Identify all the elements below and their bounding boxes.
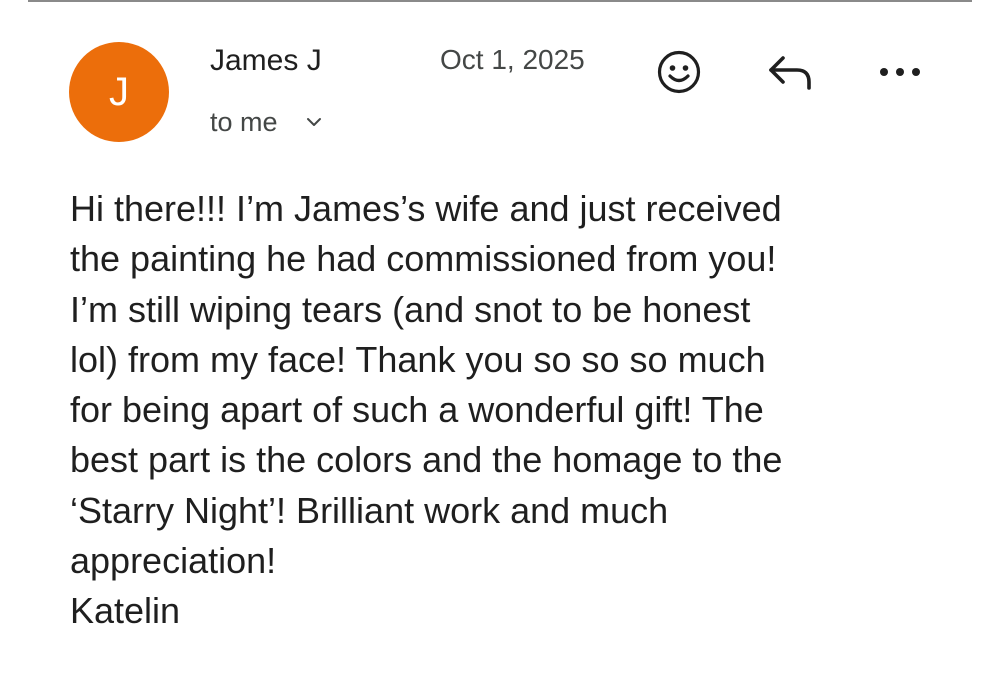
smiley-face-icon [657, 50, 701, 94]
sender-name[interactable]: James J [210, 44, 322, 78]
email-body-line: lol) from my face! Thank you so so so mu… [70, 338, 766, 380]
reply-arrow-icon [769, 56, 811, 90]
avatar[interactable]: J [69, 42, 169, 142]
email-body-line: the painting he had commissioned from yo… [70, 238, 777, 280]
email-date: Oct 1, 2025 [440, 44, 585, 75]
email-body-line: appreciation! [70, 540, 277, 582]
email-body: Hi there!!! I’m James’s wife and just re… [70, 184, 950, 637]
more-options-button[interactable] [876, 52, 924, 92]
recipient-details-toggle[interactable]: to me [210, 104, 324, 140]
top-divider [28, 0, 972, 2]
chevron-down-icon [304, 112, 324, 132]
more-horizontal-icon [880, 68, 920, 76]
reply-button[interactable] [764, 48, 816, 96]
add-reaction-button[interactable] [655, 48, 703, 96]
email-body-line: ‘Starry Night’! Brilliant work and much [70, 489, 669, 531]
email-body-line: Hi there!!! I’m James’s wife and just re… [70, 188, 782, 229]
email-body-line: I’m still wiping tears (and snot to be h… [70, 288, 751, 330]
recipient-label: to me [210, 106, 278, 137]
email-body-line: Katelin [70, 590, 181, 632]
email-body-line: for being apart of such a wonderful gift… [70, 389, 764, 431]
email-view: J James J Oct 1, 2025 to me Hi there!!! … [0, 0, 1000, 683]
email-body-line: best part is the colors and the homage t… [70, 439, 783, 481]
avatar-initial: J [109, 69, 129, 114]
